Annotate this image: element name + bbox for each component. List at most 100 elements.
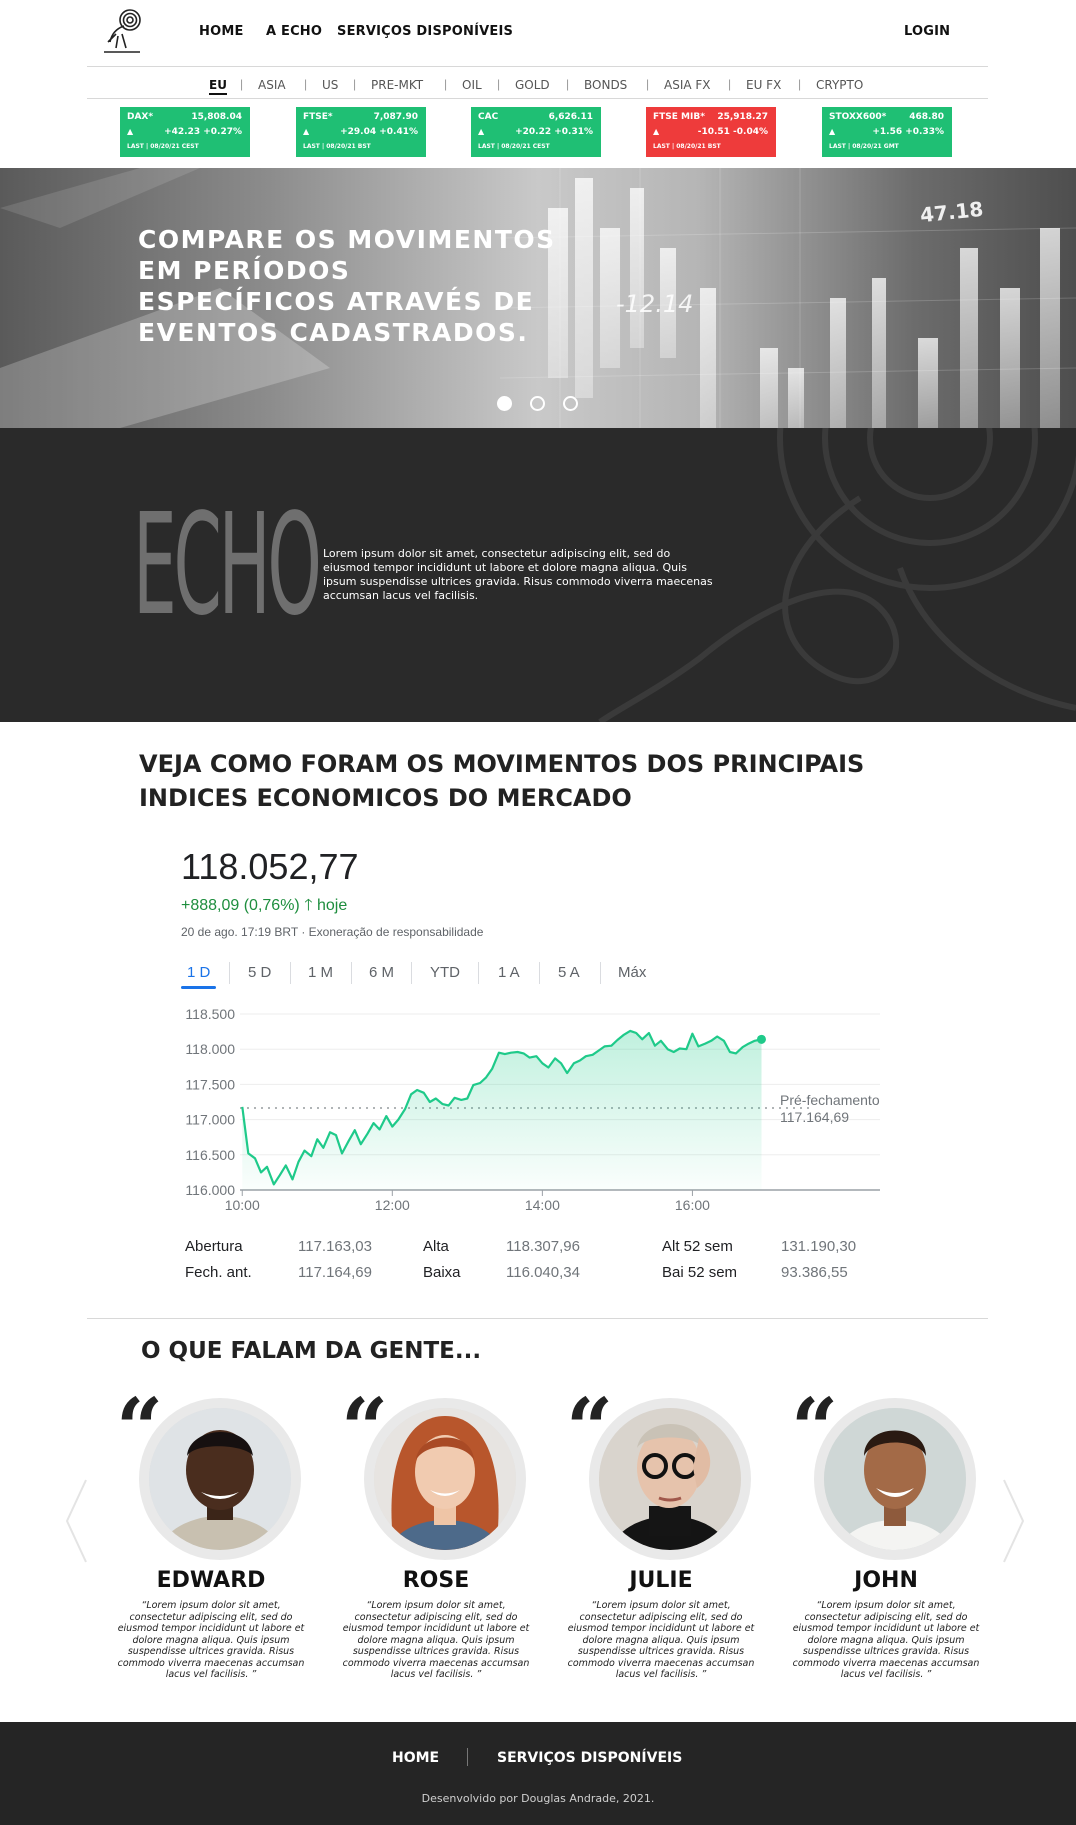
ticker-last: LAST | 08/20/21 CEST [127, 143, 199, 150]
footer-nav-home[interactable]: HOME [392, 1750, 439, 1766]
echo-description: Lorem ipsum dolor sit amet, consectetur … [323, 547, 713, 602]
range-divider [290, 962, 291, 984]
stat-value: 118.307,96 [506, 1238, 580, 1255]
ticker-name: DAX* [127, 112, 154, 122]
range-5a[interactable]: 5 A [558, 964, 580, 981]
tab-gold[interactable]: GOLD [515, 78, 550, 92]
y-tick-label: 116.000 [185, 1182, 235, 1198]
x-tick-label: 10:00 [225, 1197, 260, 1213]
tab-separator: | [444, 77, 448, 91]
index-timestamp: 20 de ago. 17:19 BRT · Exoneração de res… [181, 925, 484, 939]
ticker-arrow-icon: ▲ [127, 127, 134, 136]
tab-bonds[interactable]: BONDS [584, 78, 627, 92]
tab-separator: | [304, 77, 308, 91]
tab-asia-fx[interactable]: ASIA FX [664, 78, 711, 92]
tab-oil[interactable]: OIL [462, 78, 482, 92]
tab-crypto[interactable]: CRYPTO [816, 78, 863, 92]
login-link[interactable]: LOGIN [904, 24, 950, 39]
avatar [364, 1398, 526, 1560]
reference-label: Pré-fechamento [780, 1092, 880, 1108]
quote-icon: “ [341, 1381, 389, 1477]
y-tick-label: 117.500 [185, 1076, 235, 1092]
testimonial-text: “Lorem ipsum dolor sit amet, consectetur… [342, 1600, 530, 1680]
tab-separator: | [497, 77, 501, 91]
range-max[interactable]: Máx [618, 964, 646, 981]
y-tick-label: 116.500 [185, 1147, 235, 1163]
nav-home[interactable]: HOME [199, 24, 244, 39]
ticker-name: FTSE* [303, 112, 333, 122]
change-value: +888,09 (0,76%) [181, 897, 300, 914]
tab-eu-fx[interactable]: EU FX [746, 78, 781, 92]
y-tick-label: 117.000 [185, 1112, 235, 1128]
ticker-arrow-icon: ▲ [829, 127, 836, 136]
about-echo-section: ECHO Lorem ipsum dolor sit amet, consect… [0, 428, 1076, 722]
ticker-price: 7,087.90 [373, 112, 418, 122]
ticker-last: LAST | 08/20/21 CEST [478, 143, 550, 150]
footer-nav-servicos[interactable]: SERVIÇOS DISPONÍVEIS [497, 1750, 682, 1766]
quote-icon: “ [791, 1381, 839, 1477]
testimonial-name: JOHN [854, 1568, 918, 1593]
range-1m[interactable]: 1 M [308, 964, 333, 981]
tab-asia[interactable]: ASIA [258, 78, 286, 92]
range-divider [478, 962, 479, 984]
x-tick-label: 16:00 [675, 1197, 710, 1213]
tabs-divider [87, 98, 988, 99]
ticker-name: STOXX600* [829, 112, 887, 122]
tab-pre-mkt[interactable]: PRE-MKT [371, 78, 423, 92]
nav-servicos[interactable]: SERVIÇOS DISPONÍVEIS [337, 24, 513, 39]
range-6m[interactable]: 6 M [369, 964, 394, 981]
range-active-indicator [181, 986, 216, 989]
stat-label: Bai 52 sem [662, 1264, 738, 1281]
range-1d[interactable]: 1 D [187, 964, 210, 981]
ticker-card[interactable]: STOXX600* 468.80 ▲ +1.56 +0.33% LAST | 0… [822, 107, 952, 157]
footer-divider [467, 1748, 468, 1766]
range-divider [411, 962, 412, 984]
carousel-dot-2[interactable] [530, 396, 545, 411]
tab-separator: | [798, 77, 802, 91]
ticker-card[interactable]: FTSE* 7,087.90 ▲ +29.04 +0.41% LAST | 08… [296, 107, 426, 157]
hero-overlay-number: -12.14 [616, 290, 694, 318]
tab-separator: | [646, 77, 650, 91]
range-5d[interactable]: 5 D [248, 964, 271, 981]
x-tick-label: 12:00 [375, 1197, 410, 1213]
tab-separator: | [728, 77, 732, 91]
stat-label: Abertura [185, 1238, 243, 1255]
quote-icon: “ [566, 1381, 614, 1477]
tab-us[interactable]: US [322, 78, 338, 92]
y-tick-label: 118.500 [185, 1006, 235, 1022]
quote-icon: “ [116, 1381, 164, 1477]
testimonial-text: “Lorem ipsum dolor sit amet, consectetur… [117, 1600, 305, 1680]
testimonial-text: “Lorem ipsum dolor sit amet, consectetur… [792, 1600, 980, 1680]
y-tick-label: 118.000 [185, 1041, 235, 1057]
series-area [242, 1030, 762, 1190]
ticker-last: LAST | 08/20/21 GMT [829, 143, 899, 150]
carousel-dot-1[interactable] [497, 396, 512, 411]
ticker-card[interactable]: FTSE MIB* 25,918.27 ▲ -10.51 -0.04% LAST… [646, 107, 776, 157]
avatar [814, 1398, 976, 1560]
avatar [139, 1398, 301, 1560]
echo-logo-icon[interactable] [96, 8, 144, 56]
tab-separator: | [566, 77, 570, 91]
chevron-right-icon[interactable] [1002, 1478, 1026, 1564]
nav-a-echo[interactable]: A ECHO [266, 24, 322, 39]
index-chart[interactable]: 118.500 118.000 117.500 117.000 116.500 116.0… [175, 1000, 895, 1215]
range-ytd[interactable]: YTD [430, 964, 460, 981]
ticker-card[interactable]: CAC 6,626.11 ▲ +20.22 +0.31% LAST | 08/2… [471, 107, 601, 157]
ticker-name: FTSE MIB* [653, 112, 705, 122]
section-divider [87, 1318, 988, 1319]
tab-eu[interactable]: EU [209, 78, 227, 95]
range-1a[interactable]: 1 A [498, 964, 520, 981]
ticker-price: 6,626.11 [548, 112, 593, 122]
testimonial-card: “ JOHN “Lorem ipsum dolor sit amet, cons… [791, 1388, 981, 1698]
range-divider [351, 962, 352, 984]
testimonial-card: “ ROSE “Lorem ipsum dolor sit amet, cons… [341, 1388, 531, 1698]
ticker-price: 25,918.27 [717, 112, 768, 122]
testimonial-text: “Lorem ipsum dolor sit amet, consectetur… [567, 1600, 755, 1680]
chevron-left-icon[interactable] [64, 1478, 88, 1564]
ticker-card[interactable]: DAX* 15,808.04 ▲ +42.23 +0.27% LAST | 08… [120, 107, 250, 157]
carousel-dot-3[interactable] [563, 396, 578, 411]
stat-value: 116.040,34 [506, 1264, 580, 1281]
range-divider [600, 962, 601, 984]
arrow-up-icon: 🡑 [304, 897, 313, 914]
stat-value: 93.386,55 [781, 1264, 848, 1281]
